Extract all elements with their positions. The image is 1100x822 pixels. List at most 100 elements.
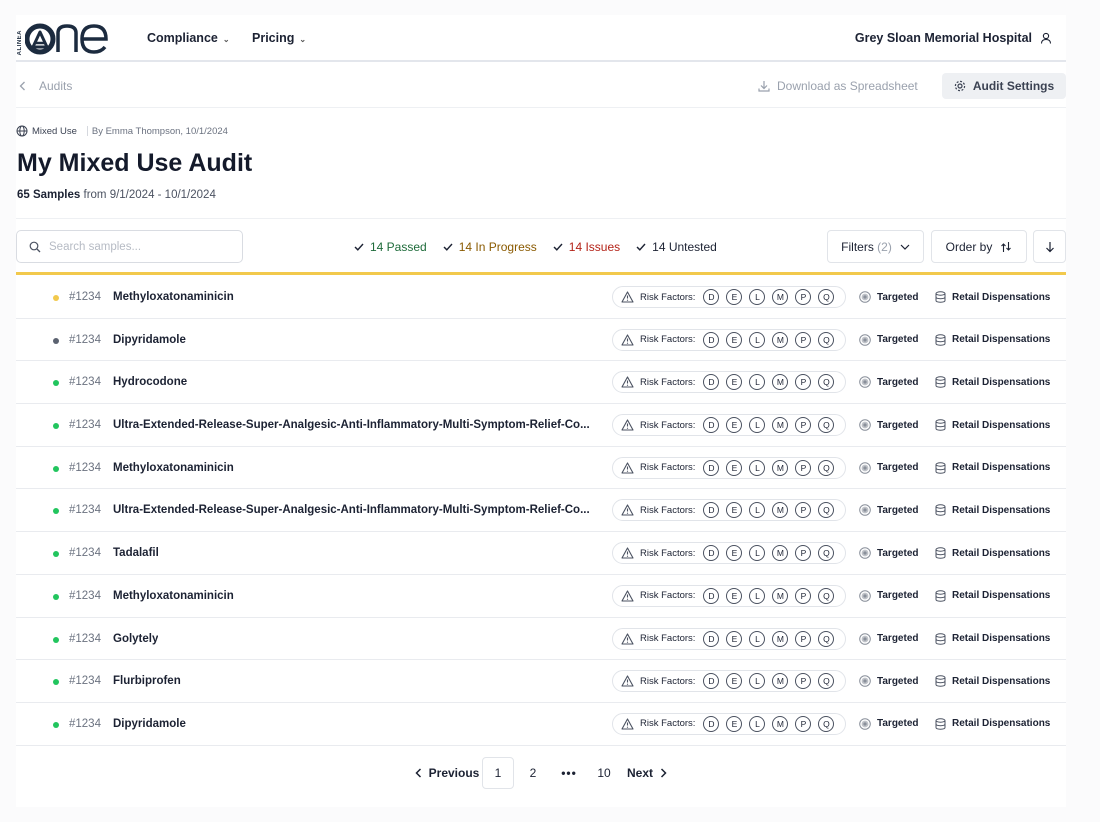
status-filter[interactable]: 14 In Progress	[443, 240, 537, 254]
sample-name: Golytely	[113, 632, 159, 645]
logo-mark-icon	[25, 23, 108, 55]
risk-factor-badge: P	[795, 289, 812, 305]
page-10-button[interactable]: 10	[586, 766, 622, 780]
nav-compliance[interactable]: Compliance ⌄	[147, 31, 230, 45]
target-icon	[859, 547, 871, 559]
sort-direction-button[interactable]	[1033, 230, 1066, 263]
audit-settings-button[interactable]: Audit Settings	[942, 73, 1066, 99]
next-label: Next	[626, 766, 653, 780]
warning-icon	[621, 547, 634, 559]
sort-arrows-icon	[1001, 241, 1012, 252]
table-row[interactable]: #1234 Ultra-Extended-Release-Super-Analge…	[16, 404, 1066, 447]
database-icon	[935, 632, 946, 645]
table-row[interactable]: #1234 Methyloxatonaminicin Risk Factors: D E…	[16, 276, 1066, 319]
targeted-label: Targeted	[877, 291, 919, 303]
table-row[interactable]: #1234 Hydrocodone Risk Factors: D E L M P Q Targe…	[16, 361, 1066, 405]
download-label: Download as Spreadsheet	[777, 79, 918, 93]
checkmark-icon	[354, 243, 364, 251]
risk-factor-badge: L	[749, 673, 766, 690]
hospital-account[interactable]: Grey Sloan Memorial Hospital	[855, 31, 1052, 45]
status-dot	[53, 337, 59, 344]
table-row[interactable]: #1234 Ultra-Extended-Release-Super-Analge…	[16, 489, 1066, 533]
table-row[interactable]: #1234 Golytely Risk Factors: D E L M P Q Targeted…	[16, 618, 1066, 661]
retail-label: Retail Dispensations	[952, 419, 1051, 431]
status-filter[interactable]: 14 Untested	[636, 240, 717, 254]
risk-factor-badge: E	[726, 715, 743, 732]
sample-id: #1234	[69, 291, 101, 303]
status-filter[interactable]: 14 Passed	[354, 240, 427, 254]
sample-id: #1234	[69, 504, 101, 517]
table-row[interactable]: #1234 Dipyridamole Risk Factors: D E L M P Q Targ…	[16, 703, 1066, 746]
risk-factors: Risk Factors: D E L M P Q	[612, 542, 846, 565]
targeted-tag: Targeted	[859, 590, 919, 602]
samples-date-range: from 9/1/2024 - 10/1/2024	[83, 189, 216, 201]
database-icon	[935, 675, 946, 687]
risk-factor-badge: Q	[818, 502, 835, 519]
status-dot	[53, 721, 59, 728]
risk-factor-badge: D	[703, 715, 720, 732]
filters-text: Filters	[841, 239, 874, 254]
chevron-down-icon: ⌄	[299, 34, 307, 44]
sample-id: #1234	[69, 461, 101, 474]
risk-factor-badge: P	[795, 587, 812, 604]
database-icon	[935, 291, 946, 303]
search-box[interactable]	[16, 230, 243, 263]
sample-id: #1234	[69, 333, 101, 346]
nav-pricing[interactable]: Pricing ⌄	[252, 31, 306, 45]
risk-factor-badge: Q	[818, 673, 835, 690]
table-row[interactable]: #1234 Methyloxatonaminicin Risk Factors: D E…	[16, 447, 1066, 490]
risk-factor-badge: M	[772, 715, 789, 732]
filters-count: (2)	[877, 239, 892, 254]
filters-button[interactable]: Filters (2)	[827, 230, 924, 263]
warning-icon	[621, 590, 634, 602]
order-by-button[interactable]: Order by	[931, 230, 1027, 263]
risk-factor-badge: L	[749, 502, 766, 519]
targeted-tag: Targeted	[859, 291, 919, 303]
status-filter-label: 14 Issues	[568, 240, 621, 254]
table-row[interactable]: #1234 Methyloxatonaminicin Risk Factors: D E…	[16, 575, 1066, 618]
search-input[interactable]	[49, 240, 229, 253]
table-row[interactable]: #1234 Tadalafil Risk Factors: D E L M P Q Targete…	[16, 532, 1066, 575]
risk-factor-badge: P	[795, 630, 812, 647]
risk-factors: Risk Factors: D E L M P Q	[612, 584, 846, 607]
table-row[interactable]: #1234 Flurbiprofen Risk Factors: D E L M P Q Targ…	[16, 660, 1066, 703]
order-by-label: Order by	[945, 239, 993, 254]
database-icon	[935, 547, 946, 559]
app-frame: ALINEA Compliance ⌄ Pricing ⌄ Grey Sloan…	[0, 0, 1100, 822]
sample-id: #1234	[69, 675, 101, 688]
chevron-right-icon	[660, 768, 667, 778]
status-dot	[53, 508, 59, 515]
risk-factor-badge: M	[772, 587, 789, 604]
back-to-audits-link[interactable]: Audits	[19, 79, 72, 93]
risk-factor-badge: Q	[818, 289, 835, 305]
risk-factors: Risk Factors: D E L M P Q	[612, 627, 846, 650]
page-1-button[interactable]: 1	[482, 757, 514, 789]
risk-factor-badge: E	[726, 545, 743, 562]
risk-factor-badge: M	[772, 502, 789, 519]
table-row[interactable]: #1234 Dipyridamole Risk Factors: D E L M P Q Targ…	[16, 319, 1066, 362]
previous-page-button[interactable]: Previous	[412, 766, 482, 780]
sample-name: Methyloxatonaminicin	[113, 589, 234, 602]
retail-label: Retail Dispensations	[952, 504, 1051, 516]
next-page-button[interactable]: Next	[622, 766, 672, 780]
alinea-one-logo[interactable]: ALINEA	[16, 21, 116, 57]
status-filter[interactable]: 14 Issues	[553, 240, 620, 254]
filters-label: Filters (2)	[841, 240, 892, 254]
risk-factor-badge: L	[749, 459, 766, 476]
download-spreadsheet-button[interactable]: Download as Spreadsheet	[758, 79, 918, 93]
chevron-down-icon: ⌄	[222, 34, 230, 44]
status-dot	[53, 636, 59, 643]
targeted-label: Targeted	[877, 462, 919, 474]
risk-factor-badge: P	[795, 715, 812, 732]
retail-dispensations-tag: Retail Dispensations	[935, 632, 1050, 645]
page-2-button[interactable]: 2	[514, 766, 552, 780]
risk-factor-badge: Q	[818, 417, 835, 434]
targeted-tag: Targeted	[859, 718, 919, 730]
risk-factor-badge: L	[749, 289, 766, 305]
risk-factor-badge: P	[795, 673, 812, 690]
risk-factor-badge: L	[749, 545, 766, 562]
risk-factor-badge: M	[772, 417, 789, 434]
risk-factor-badge: M	[772, 630, 789, 647]
target-icon	[859, 333, 871, 346]
target-icon	[859, 419, 871, 431]
